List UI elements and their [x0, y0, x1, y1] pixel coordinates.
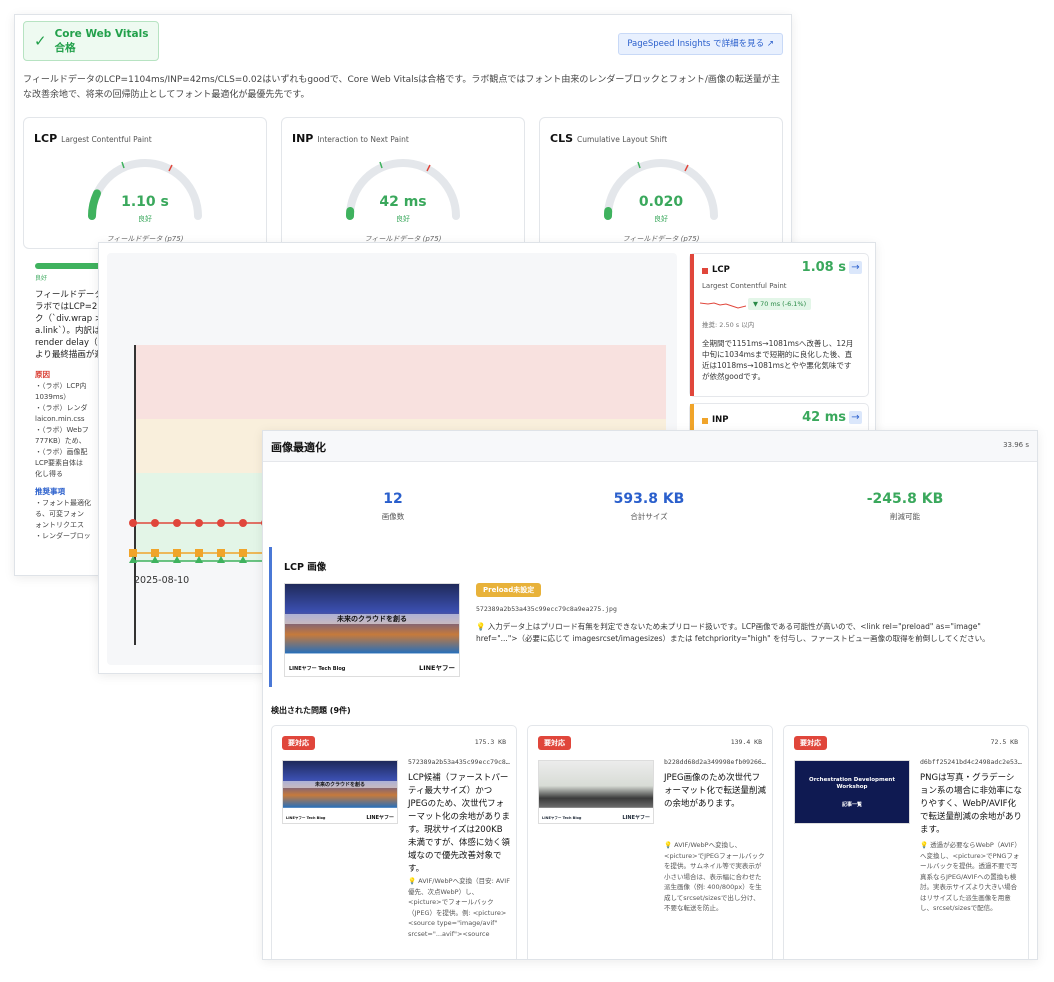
distribution-label: 良好 — [35, 275, 48, 282]
inp-point — [195, 549, 203, 557]
arrow-right-icon[interactable]: → — [849, 411, 862, 424]
issue-thumbnail[interactable]: 未来のクラウドを創る LINEヤフー Tech Blog LINEヤフー — [282, 760, 398, 824]
cwv-summary: フィールドデータのLCP=1104ms/INP=42ms/CLS=0.02はいず… — [23, 75, 780, 100]
metric-value: 0.020 — [638, 194, 684, 210]
lcp-point — [129, 519, 137, 527]
metric-value: 1.10 s — [121, 194, 169, 210]
lcp-fullname: Largest Contentful Paint — [702, 282, 787, 290]
issue-card[interactable]: 要対応 72.5 KB Orchestration Development Wo… — [783, 725, 1029, 959]
metric-rating: 良好 — [654, 215, 668, 223]
issue-message: LCP候補（ファーストパーティ最大サイズ）かつJPEGのため、次世代フォーマット… — [408, 773, 511, 874]
causes-title: 原因 — [35, 370, 50, 379]
inp-point — [239, 549, 247, 557]
stat-savings: -245.8 KB 削減可能 — [866, 491, 944, 521]
poor-band — [136, 345, 666, 419]
lcp-sparkline — [700, 302, 746, 309]
action-required-badge: 要対応 — [538, 736, 571, 750]
lcp-distribution-bar — [35, 263, 101, 269]
preload-missing-badge: Preload未設定 — [476, 583, 542, 597]
panel-header: 画像最適化 33.96 s — [263, 431, 1037, 462]
lcp-threshold: 推奨: 2.50 s 以内 — [702, 321, 755, 329]
metric-value: 42 ms — [379, 194, 427, 210]
issue-filename: b228dd68d2a349998efb092667b4c0a1.jpg — [664, 758, 766, 766]
issue-size: 72.5 KB — [990, 738, 1018, 746]
cwv-pass-badge: ✓ Core Web Vitals 合格 — [23, 21, 159, 61]
inp-point — [173, 549, 181, 557]
lcp-name: LCP — [712, 265, 730, 275]
issues-title: 検出された問題 (9件) — [271, 706, 351, 715]
issue-card[interactable]: 要対応 139.4 KB LINEヤフー Tech Blog LINEヤフー b… — [527, 725, 773, 959]
panel-title: 画像最適化 — [271, 441, 326, 454]
issue-suggestion: 💡 透過が必要ならWebP（AVIF）へ変換し、<picture>でPNGフォー… — [920, 841, 1021, 912]
stat-image-count: 12 画像数 — [381, 491, 405, 521]
issue-filename: d6bff25241bd4c2498adc2e53575bd62.png — [920, 758, 1022, 766]
lcp-point — [239, 519, 247, 527]
cls-point — [217, 556, 225, 563]
cls-point — [195, 556, 203, 563]
lcp-trend-card[interactable]: LCP 1.08 s → Largest Contentful Paint ▼ … — [689, 253, 869, 397]
issue-card[interactable]: 要対応 175.3 KB 未来のクラウドを創る LINEヤフー Tech Blo… — [271, 725, 517, 959]
cls-point — [129, 556, 137, 563]
elapsed-time: 33.96 s — [1003, 441, 1029, 449]
inp-value: 42 ms — [802, 410, 846, 425]
cls-point — [239, 556, 247, 563]
metric-title: INP Interaction to Next Paint — [292, 132, 409, 145]
recs-title: 推奨事項 — [35, 487, 65, 496]
metric-card-cls: CLS Cumulative Layout Shift 0.020 良好 フィール… — [539, 117, 783, 249]
stat-total-size: 593.8 KB 合計サイズ — [613, 491, 685, 521]
issue-thumbnail[interactable]: LINEヤフー Tech Blog LINEヤフー — [538, 760, 654, 824]
lcp-legend-square — [702, 268, 708, 274]
psi-details-link[interactable]: PageSpeed Insights で詳細を見る ↗ — [618, 33, 783, 55]
issue-filename: 572389a2b53a435c99ecc79c8a9ea275.jpg — [408, 758, 510, 766]
inp-name: INP — [712, 415, 729, 425]
issue-size: 139.4 KB — [730, 738, 762, 746]
lcp-image-filename: 572389a2b53a435c99ecc79c8a9ea275.jpg — [476, 605, 617, 613]
metric-title: LCP Largest Contentful Paint — [34, 132, 152, 145]
cwv-pass-label: Core Web Vitals 合格 — [54, 27, 149, 54]
metric-card-inp: INP Interaction to Next Paint 42 ms 良好 フィ… — [281, 117, 525, 249]
lcp-point — [173, 519, 181, 527]
cls-point — [151, 556, 159, 563]
cls-point — [173, 556, 181, 563]
inp-point — [129, 549, 137, 557]
inp-legend-square — [702, 418, 708, 424]
lcp-point — [151, 519, 159, 527]
issue-message: PNGは写真・グラデーション系の場合に非効率になりやすく、WebP/AVIF化で… — [920, 773, 1023, 835]
image-optimization-panel: 画像最適化 33.96 s 12 画像数 593.8 KB 合計サイズ -245… — [262, 430, 1038, 960]
lcp-image-section: LCP 画像 未来のクラウドを創る LINEヤフー Tech Blog LINE… — [269, 547, 1032, 687]
metric-card-lcp: LCP Largest Contentful Paint 1.10 s 良好 フィ… — [23, 117, 267, 249]
arrow-right-icon[interactable]: → — [849, 261, 862, 274]
lcp-analysis: フィールドデータ ラボではLCP=220 ク（`div.wrap > m a.l… — [35, 290, 105, 540]
metric-title: CLS Cumulative Layout Shift — [550, 132, 668, 145]
metric-rating: 良好 — [138, 215, 152, 223]
lcp-image-thumbnail[interactable]: 未来のクラウドを創る LINEヤフー Tech Blog LINEヤフー — [284, 583, 460, 677]
x-axis-date: 2025-08-10 — [134, 575, 190, 586]
issue-size: 175.3 KB — [474, 738, 506, 746]
inp-point — [217, 549, 225, 557]
action-required-badge: 要対応 — [794, 736, 827, 750]
inp-point — [151, 549, 159, 557]
lcp-color-bar — [690, 254, 694, 396]
issue-thumbnail[interactable]: Orchestration Development Workshop 記事一覧 — [794, 760, 910, 824]
metric-rating: 良好 — [396, 215, 410, 223]
check-icon: ✓ — [34, 32, 47, 50]
issue-suggestion: 💡 AVIF/WebPへ変換（目安: AVIF優先、次点WebP）し、<pict… — [408, 877, 510, 938]
lcp-trend-desc: 全期間で1151ms→1081msへ改善し、12月中旬に1034msまで短期的に… — [702, 339, 854, 381]
lcp-image-title: LCP 画像 — [284, 562, 327, 573]
issue-message: JPEG画像のため次世代フォーマット化で転送量削減の余地があります。 — [664, 773, 767, 809]
lcp-delta: ▼ 70 ms (-6.1%) — [748, 298, 812, 310]
issue-suggestion: 💡 AVIF/WebPへ変換し、<picture>でJPEGフォールバックを提供… — [664, 841, 765, 912]
lcp-point — [217, 519, 225, 527]
action-required-badge: 要対応 — [282, 736, 315, 750]
lcp-point — [195, 519, 203, 527]
lcp-image-advice: 💡 入力データ上はプリロード有無を判定できないため未プリロード扱いです。LCP画… — [476, 622, 990, 643]
lcp-value: 1.08 s — [801, 260, 846, 275]
